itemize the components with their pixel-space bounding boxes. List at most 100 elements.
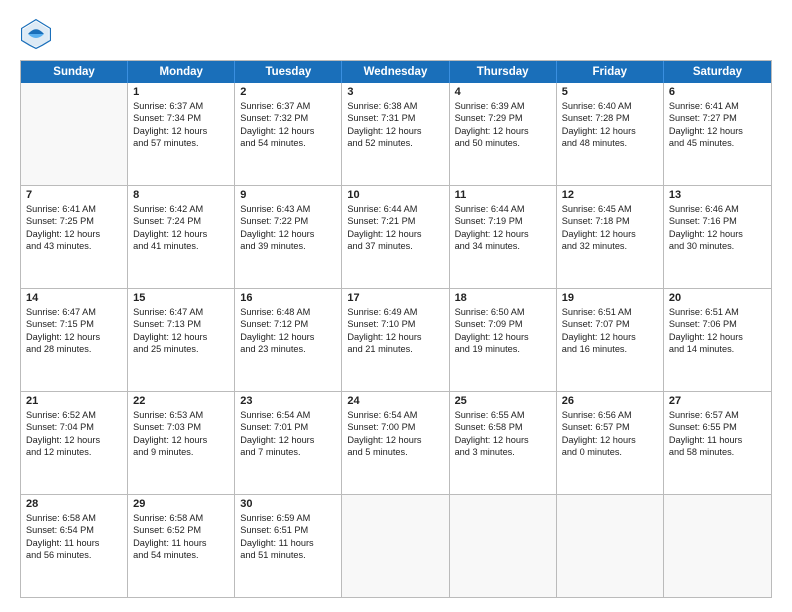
sunrise-text: Sunrise: 6:41 AM [669, 100, 766, 112]
sunrise-text: Sunrise: 6:47 AM [26, 306, 122, 318]
day-number: 27 [669, 395, 766, 407]
daylight-text-1: Daylight: 12 hours [133, 434, 229, 446]
daylight-text-1: Daylight: 12 hours [455, 331, 551, 343]
day-number: 24 [347, 395, 443, 407]
calendar-cell-3-2: 23Sunrise: 6:54 AMSunset: 7:01 PMDayligh… [235, 392, 342, 494]
sunset-text: Sunset: 7:34 PM [133, 112, 229, 124]
sunrise-text: Sunrise: 6:43 AM [240, 203, 336, 215]
sunrise-text: Sunrise: 6:47 AM [133, 306, 229, 318]
sunset-text: Sunset: 7:28 PM [562, 112, 658, 124]
daylight-text-1: Daylight: 12 hours [562, 125, 658, 137]
sunrise-text: Sunrise: 6:46 AM [669, 203, 766, 215]
daylight-text-2: and 7 minutes. [240, 446, 336, 458]
sunrise-text: Sunrise: 6:52 AM [26, 409, 122, 421]
calendar-cell-1-0: 7Sunrise: 6:41 AMSunset: 7:25 PMDaylight… [21, 186, 128, 288]
sunset-text: Sunset: 7:19 PM [455, 215, 551, 227]
sunset-text: Sunset: 7:07 PM [562, 318, 658, 330]
calendar: SundayMondayTuesdayWednesdayThursdayFrid… [20, 60, 772, 598]
daylight-text-2: and 16 minutes. [562, 343, 658, 355]
sunset-text: Sunset: 7:01 PM [240, 421, 336, 433]
sunset-text: Sunset: 6:51 PM [240, 524, 336, 536]
calendar-cell-4-0: 28Sunrise: 6:58 AMSunset: 6:54 PMDayligh… [21, 495, 128, 597]
weekday-header-saturday: Saturday [664, 61, 771, 83]
daylight-text-2: and 41 minutes. [133, 240, 229, 252]
daylight-text-2: and 25 minutes. [133, 343, 229, 355]
sunset-text: Sunset: 7:15 PM [26, 318, 122, 330]
daylight-text-1: Daylight: 11 hours [133, 537, 229, 549]
sunrise-text: Sunrise: 6:41 AM [26, 203, 122, 215]
day-number: 14 [26, 292, 122, 304]
calendar-cell-0-0 [21, 83, 128, 185]
day-number: 13 [669, 189, 766, 201]
sunrise-text: Sunrise: 6:58 AM [26, 512, 122, 524]
daylight-text-2: and 32 minutes. [562, 240, 658, 252]
sunset-text: Sunset: 7:25 PM [26, 215, 122, 227]
sunset-text: Sunset: 7:16 PM [669, 215, 766, 227]
daylight-text-1: Daylight: 11 hours [669, 434, 766, 446]
daylight-text-2: and 23 minutes. [240, 343, 336, 355]
day-number: 29 [133, 498, 229, 510]
calendar-row-1: 7 Sunrise: 6:41 AMSunset: 7:25 PM Daylight… [21, 185, 771, 288]
weekday-header-sunday: Sunday [21, 61, 128, 83]
daylight-text-2: and 12 minutes. [26, 446, 122, 458]
daylight-text-1: Daylight: 12 hours [455, 125, 551, 137]
daylight-text-1: Daylight: 12 hours [26, 331, 122, 343]
sunrise-text: Sunrise: 6:50 AM [455, 306, 551, 318]
weekday-header-friday: Friday [557, 61, 664, 83]
calendar-cell-1-1: 8Sunrise: 6:42 AMSunset: 7:24 PMDaylight… [128, 186, 235, 288]
sunrise-text: Sunrise: 6:42 AM [133, 203, 229, 215]
daylight-text-2: and 50 minutes. [455, 137, 551, 149]
logo [20, 18, 56, 50]
daylight-text-2: and 58 minutes. [669, 446, 766, 458]
daylight-text-1: Daylight: 12 hours [562, 331, 658, 343]
weekday-header-wednesday: Wednesday [342, 61, 449, 83]
sunset-text: Sunset: 7:32 PM [240, 112, 336, 124]
daylight-text-2: and 19 minutes. [455, 343, 551, 355]
calendar-cell-4-5 [557, 495, 664, 597]
day-number: 19 [562, 292, 658, 304]
day-number: 10 [347, 189, 443, 201]
sunrise-text: Sunrise: 6:39 AM [455, 100, 551, 112]
sunset-text: Sunset: 7:31 PM [347, 112, 443, 124]
sunset-text: Sunset: 6:58 PM [455, 421, 551, 433]
daylight-text-2: and 14 minutes. [669, 343, 766, 355]
sunrise-text: Sunrise: 6:40 AM [562, 100, 658, 112]
calendar-row-2: 14Sunrise: 6:47 AMSunset: 7:15 PMDayligh… [21, 288, 771, 391]
sunset-text: Sunset: 6:52 PM [133, 524, 229, 536]
daylight-text-2: and 56 minutes. [26, 549, 122, 561]
calendar-cell-3-3: 24Sunrise: 6:54 AMSunset: 7:00 PMDayligh… [342, 392, 449, 494]
calendar-cell-3-4: 25Sunrise: 6:55 AMSunset: 6:58 PMDayligh… [450, 392, 557, 494]
calendar-cell-2-6: 20Sunrise: 6:51 AMSunset: 7:06 PMDayligh… [664, 289, 771, 391]
day-number: 1 [133, 86, 229, 98]
day-number: 17 [347, 292, 443, 304]
sunrise-text: Sunrise: 6:48 AM [240, 306, 336, 318]
calendar-cell-2-3: 17Sunrise: 6:49 AMSunset: 7:10 PMDayligh… [342, 289, 449, 391]
calendar-row-3: 21Sunrise: 6:52 AMSunset: 7:04 PMDayligh… [21, 391, 771, 494]
sunrise-text: Sunrise: 6:59 AM [240, 512, 336, 524]
daylight-text-2: and 21 minutes. [347, 343, 443, 355]
daylight-text-1: Daylight: 12 hours [562, 228, 658, 240]
sunrise-text: Sunrise: 6:44 AM [347, 203, 443, 215]
daylight-text-2: and 52 minutes. [347, 137, 443, 149]
sunset-text: Sunset: 7:13 PM [133, 318, 229, 330]
page: SundayMondayTuesdayWednesdayThursdayFrid… [0, 0, 792, 612]
day-number: 7 [26, 189, 122, 201]
calendar-cell-0-6: 6Sunrise: 6:41 AMSunset: 7:27 PMDaylight… [664, 83, 771, 185]
weekday-header-monday: Monday [128, 61, 235, 83]
daylight-text-1: Daylight: 12 hours [562, 434, 658, 446]
daylight-text-1: Daylight: 12 hours [26, 434, 122, 446]
daylight-text-1: Daylight: 12 hours [240, 228, 336, 240]
daylight-text-1: Daylight: 12 hours [347, 125, 443, 137]
daylight-text-2: and 30 minutes. [669, 240, 766, 252]
daylight-text-1: Daylight: 12 hours [133, 331, 229, 343]
sunrise-text: Sunrise: 6:53 AM [133, 409, 229, 421]
calendar-cell-4-4 [450, 495, 557, 597]
calendar-cell-3-1: 22Sunrise: 6:53 AMSunset: 7:03 PMDayligh… [128, 392, 235, 494]
daylight-text-1: Daylight: 12 hours [455, 434, 551, 446]
sunset-text: Sunset: 7:18 PM [562, 215, 658, 227]
sunrise-text: Sunrise: 6:55 AM [455, 409, 551, 421]
daylight-text-1: Daylight: 12 hours [240, 434, 336, 446]
calendar-cell-0-4: 4Sunrise: 6:39 AMSunset: 7:29 PMDaylight… [450, 83, 557, 185]
daylight-text-2: and 51 minutes. [240, 549, 336, 561]
sunset-text: Sunset: 7:06 PM [669, 318, 766, 330]
